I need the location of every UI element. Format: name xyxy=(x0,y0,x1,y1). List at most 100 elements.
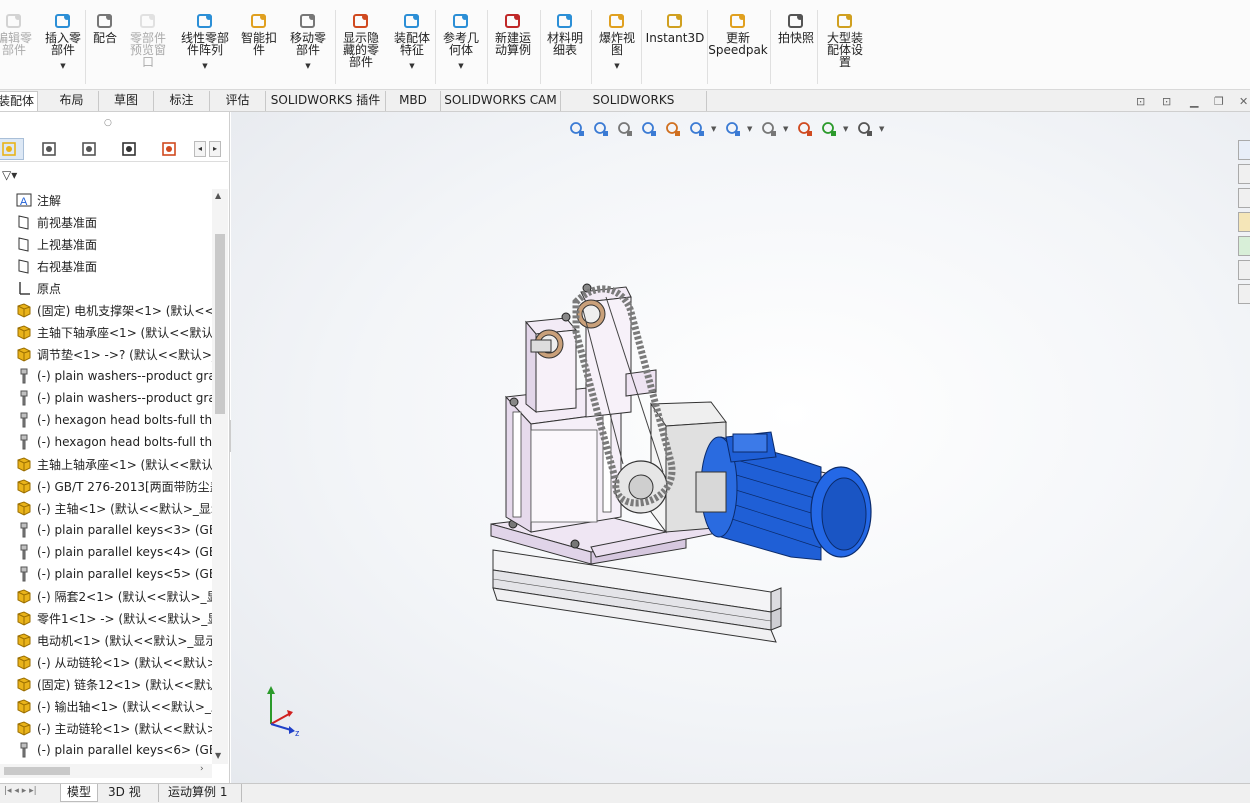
panel-tab-scroll-left-icon[interactable]: ◂ xyxy=(194,141,206,157)
tree-item[interactable]: (-) plain parallel keys<6> (GB_ xyxy=(0,739,212,761)
tree-vertical-scrollbar[interactable]: ▲ ▼ xyxy=(212,189,228,764)
close-icon[interactable]: ✕ xyxy=(1239,95,1248,108)
tree-item[interactable]: (-) plain parallel keys<3> (GB_ xyxy=(0,519,212,541)
featuremanager-icon[interactable] xyxy=(0,138,24,160)
feature-manager-panel: ○ ◂ ▸ ▽▾ A 注解 前视基准面 上视基准面 右视基准面 原点 (固定) 电机支撑架<1… xyxy=(0,112,230,783)
graphics-area[interactable]: ▼ ▼ ▼ ▼ ▼ z xyxy=(231,112,1250,783)
filter-icon[interactable]: ▽▾ xyxy=(2,168,17,182)
panel-tab-scroll-right-icon[interactable]: ▸ xyxy=(209,141,221,157)
tree-item[interactable]: (-) 隔套2<1> (默认<<默认>_显 xyxy=(0,585,212,607)
maximize-icon[interactable]: ❐ xyxy=(1214,95,1224,108)
large-assembly-button[interactable]: 大型装 配体设 置 xyxy=(815,12,875,68)
mate-icon xyxy=(96,12,114,30)
tree-item[interactable]: 调节垫<1> ->? (默认<<默认>_ xyxy=(0,343,212,365)
tab-4[interactable]: 评估 xyxy=(210,91,266,111)
tree-item[interactable]: (固定) 电机支撑架<1> (默认<<默 xyxy=(0,299,212,321)
bottom-nav-icons[interactable]: |◂ ◂ ▸ ▸| xyxy=(4,786,37,796)
scroll-thumb[interactable] xyxy=(215,234,225,414)
tree-item-label: (-) plain parallel keys<6> (GB_ xyxy=(37,743,212,757)
annotation-icon: A xyxy=(14,191,34,209)
tree-item[interactable]: (-) plain parallel keys<5> (GB_ xyxy=(0,563,212,585)
tree-item[interactable]: 零件1<1> -> (默认<<默认>_显 xyxy=(0,607,212,629)
instant3d-button[interactable]: Instant3D xyxy=(645,12,705,44)
dropdown-caret-icon[interactable]: ▼ xyxy=(305,60,310,72)
large-assembly-icon xyxy=(836,12,854,30)
plane-icon xyxy=(14,235,34,253)
tree-horizontal-scrollbar[interactable]: › xyxy=(0,764,212,778)
linear-pattern-button[interactable]: 线性零部 件阵列 ▼ xyxy=(175,12,235,72)
assembly-model[interactable] xyxy=(231,112,1250,783)
propertymanager-icon[interactable] xyxy=(34,138,64,160)
tree-item-label: 右视基准面 xyxy=(37,259,98,274)
insert-components-icon xyxy=(54,12,72,30)
dropdown-caret-icon[interactable]: ▼ xyxy=(409,60,414,72)
tree-item[interactable]: 原点 xyxy=(0,277,212,299)
tree-item-label: (-) plain washers--product gra xyxy=(37,369,212,383)
component-preview-button[interactable]: 零部件 预览窗 口 xyxy=(118,12,178,68)
plane-icon xyxy=(14,257,34,275)
tree-item[interactable]: (-) plain washers--product gra xyxy=(0,365,212,387)
scroll-down-icon[interactable]: ▼ xyxy=(215,751,221,760)
new-motion-study-button[interactable]: 新建运 动算例 xyxy=(483,12,543,56)
move-component-icon xyxy=(299,12,317,30)
display-manager-icon[interactable] xyxy=(154,138,184,160)
configurationmanager-icon[interactable] xyxy=(74,138,104,160)
tab-3[interactable]: 标注 xyxy=(154,91,210,111)
tab-7[interactable]: SOLIDWORKS CAM xyxy=(441,91,561,111)
bottom-tab-1[interactable]: 3D 视图 xyxy=(102,784,159,803)
origin-icon xyxy=(14,279,34,297)
update-speedpak-button[interactable]: 更新 Speedpak xyxy=(708,12,768,56)
tab-1[interactable]: 布局 xyxy=(45,91,99,111)
tree-item[interactable]: (-) 主动链轮<1> (默认<<默认>_ xyxy=(0,717,212,739)
tree-item[interactable]: (-) hexagon head bolts-full thr xyxy=(0,431,212,453)
scroll-right-icon[interactable]: › xyxy=(200,764,204,774)
tree-item[interactable]: (固定) 链条12<1> (默认<<默认 xyxy=(0,673,212,695)
ribbon-separator xyxy=(641,10,642,84)
move-component-button[interactable]: 移动零 部件 ▼ xyxy=(278,12,338,72)
show-hidden-icon xyxy=(352,12,370,30)
part-icon xyxy=(14,477,34,495)
dropdown-caret-icon[interactable]: ▼ xyxy=(614,60,619,72)
dimxpert-icon[interactable] xyxy=(114,138,144,160)
tree-item[interactable]: 主轴上轴承座<1> (默认<<默认> xyxy=(0,453,212,475)
tree-item[interactable]: 电动机<1> (默认<<默认>_显示 xyxy=(0,629,212,651)
bottom-tab-2[interactable]: 运动算例 1 xyxy=(162,784,242,802)
ribbon-button-label: 装配体 特征 xyxy=(393,31,430,57)
dropdown-caret-icon[interactable]: ▼ xyxy=(202,60,207,72)
tab-6[interactable]: MBD xyxy=(386,91,441,111)
ribbon-button-label: 零部件 预览窗 口 xyxy=(129,31,166,69)
dropdown-caret-icon[interactable]: ▼ xyxy=(458,60,463,72)
tree-item[interactable]: 上视基准面 xyxy=(0,233,212,255)
tree-item-label: 注解 xyxy=(37,193,62,208)
ribbon-button-label: 显示隐 藏的零 部件 xyxy=(342,31,379,69)
tab-2[interactable]: 草图 xyxy=(99,91,154,111)
tree-item[interactable]: (-) plain washers--product gra xyxy=(0,387,212,409)
bill-of-materials-button[interactable]: 材料明 细表 xyxy=(535,12,595,56)
minimize-icon[interactable]: ▁ xyxy=(1190,95,1198,108)
tree-item[interactable]: (-) hexagon head bolts-full thr xyxy=(0,409,212,431)
tree-item[interactable]: A 注解 xyxy=(0,189,212,211)
toolbox-part-icon xyxy=(14,433,34,451)
tree-item[interactable]: 前视基准面 xyxy=(0,211,212,233)
dropdown-caret-icon[interactable]: ▼ xyxy=(60,60,65,72)
scroll-up-icon[interactable]: ▲ xyxy=(215,191,221,200)
bottom-tab-0[interactable]: 模型 xyxy=(60,784,98,802)
tab-0[interactable]: 装配体 xyxy=(0,91,38,111)
tree-item[interactable]: (-) 主轴<1> (默认<<默认>_显示 xyxy=(0,497,212,519)
tree-item[interactable]: (-) 输出轴<1> (默认<<默认>_显 xyxy=(0,695,212,717)
tree-item[interactable]: (-) plain parallel keys<4> (GB_ xyxy=(0,541,212,563)
restore-right-icon[interactable]: ⊡ xyxy=(1162,95,1171,108)
ribbon-separator xyxy=(540,10,541,84)
tree-item[interactable]: 右视基准面 xyxy=(0,255,212,277)
restore-left-icon[interactable]: ⊡ xyxy=(1136,95,1145,108)
toolbox-part-icon xyxy=(14,741,34,759)
panel-grip-icon[interactable]: ○ xyxy=(104,118,112,128)
tree-item[interactable]: 主轴下轴承座<1> (默认<<默认> xyxy=(0,321,212,343)
reference-geometry-button[interactable]: 参考几 何体 ▼ xyxy=(431,12,491,72)
exploded-view-button[interactable]: 爆炸视 图 ▼ xyxy=(587,12,647,72)
tree-item[interactable]: (-) 从动链轮<1> (默认<<默认>_ xyxy=(0,651,212,673)
hscroll-thumb[interactable] xyxy=(4,767,70,775)
tab-8[interactable]: SOLIDWORKS Inspection xyxy=(561,91,707,126)
tree-item[interactable]: (-) GB/T 276-2013[两面带防尘盖 xyxy=(0,475,212,497)
tab-5[interactable]: SOLIDWORKS 插件 xyxy=(266,91,386,111)
